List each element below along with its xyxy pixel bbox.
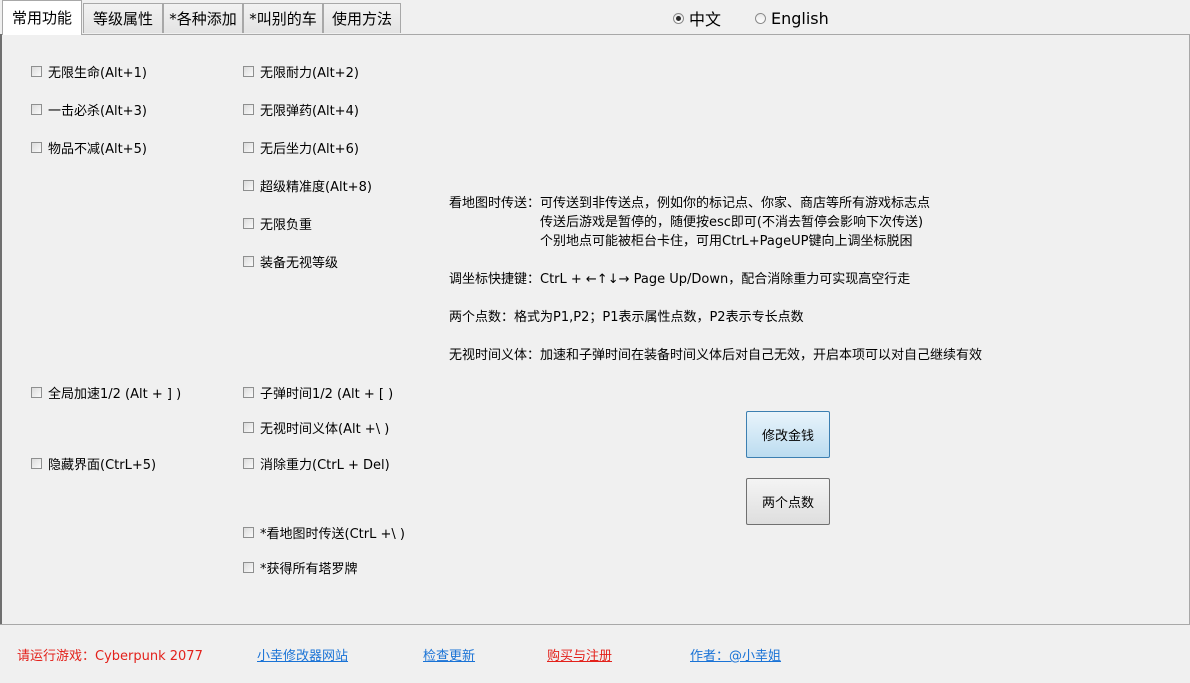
checkbox-bullet-time[interactable]: 子弹时间1/2 (Alt + [ ) [243, 383, 394, 402]
buy-register-link[interactable]: 购买与注册 [547, 645, 612, 664]
checkbox-label: 物品不减(Alt+5) [48, 141, 147, 157]
checkbox-infinite-weight[interactable]: 无限负重 [243, 214, 313, 233]
info-teleport-line1: 可传送到非传送点，例如你的标记点、你家、商店等所有游戏标志点 [540, 196, 931, 211]
website-link[interactable]: 小幸修改器网站 [257, 645, 348, 664]
checkbox-icon[interactable] [31, 386, 42, 398]
info-ignore-cyberware: 无视时间义体：加速和子弹时间在装备时间义体后对自己无效，开启本项可以对自己继续有… [449, 348, 983, 363]
checkbox-label: 装备无视等级 [260, 255, 339, 271]
checkbox-label: 消除重力(CtrL + Del) [260, 457, 390, 473]
checkbox-icon[interactable] [31, 103, 42, 115]
checkbox-icon[interactable] [243, 103, 254, 115]
info-teleport-title: 看地图时传送： [449, 196, 541, 211]
checkbox-map-teleport[interactable]: *看地图时传送(CtrL +\ ) [243, 523, 405, 542]
checkbox-icon[interactable] [243, 457, 254, 469]
checkbox-super-accuracy[interactable]: 超级精准度(Alt+8) [243, 176, 372, 195]
checkbox-label: *看地图时传送(CtrL +\ ) [260, 526, 405, 542]
checkbox-label: 超级精准度(Alt+8) [260, 179, 372, 195]
lang-label-chinese: 中文 [689, 10, 722, 29]
tab-call-vehicles[interactable]: *叫别的车 [243, 3, 323, 33]
info-teleport-line3: 个别地点可能被柜台卡住，可用CtrL+PageUP键向上调坐标脱困 [540, 234, 913, 249]
checkbox-icon[interactable] [243, 386, 254, 398]
checkbox-icon[interactable] [243, 141, 254, 153]
checkbox-label: 子弹时间1/2 (Alt + [ ) [260, 386, 394, 402]
checkbox-ignore-time-cyberware[interactable]: 无视时间义体(Alt +\ ) [243, 418, 390, 437]
checkbox-label: 无视时间义体(Alt +\ ) [260, 421, 390, 437]
checkbox-one-hit-kill[interactable]: 一击必杀(Alt+3) [31, 100, 147, 119]
tab-bar: 常用功能 等级属性 *各种添加 *叫别的车 使用方法 [0, 0, 1190, 35]
checkbox-infinite-health[interactable]: 无限生命(Alt+1) [31, 62, 147, 81]
checkbox-icon[interactable] [243, 526, 254, 538]
checkbox-all-tarot[interactable]: *获得所有塔罗牌 [243, 558, 358, 577]
radio-selected-icon [673, 12, 684, 24]
lang-option-chinese[interactable]: 中文 [673, 8, 722, 29]
footer-bar: 请运行游戏：Cyberpunk 2077 小幸修改器网站 检查更新 购买与注册 … [0, 625, 1190, 683]
checkbox-label: *获得所有塔罗牌 [260, 561, 358, 577]
checkbox-hide-ui[interactable]: 隐藏界面(CtrL+5) [31, 454, 157, 473]
tab-common-functions[interactable]: 常用功能 [2, 0, 82, 35]
info-two-points: 两个点数：格式为P1,P2；P1表示属性点数，P2表示专长点数 [449, 310, 804, 325]
modify-money-button[interactable]: 修改金钱 [746, 411, 830, 458]
checkbox-label: 全局加速1/2 (Alt + ] ) [48, 386, 182, 402]
checkbox-icon[interactable] [243, 217, 254, 229]
panel-left-border [0, 34, 2, 624]
checkbox-label: 无限耐力(Alt+2) [260, 65, 359, 81]
checkbox-no-recoil[interactable]: 无后坐力(Alt+6) [243, 138, 359, 157]
checkbox-icon[interactable] [31, 65, 42, 77]
checkbox-label: 隐藏界面(CtrL+5) [48, 457, 157, 473]
checkbox-label: 无限弹药(Alt+4) [260, 103, 359, 119]
checkbox-global-speed[interactable]: 全局加速1/2 (Alt + ] ) [31, 383, 182, 402]
tab-various-add[interactable]: *各种添加 [163, 3, 243, 33]
checkbox-infinite-ammo[interactable]: 无限弹药(Alt+4) [243, 100, 359, 119]
checkbox-icon[interactable] [243, 421, 254, 433]
check-update-link[interactable]: 检查更新 [423, 645, 475, 664]
checkbox-icon[interactable] [243, 179, 254, 191]
info-coord-hotkeys: 调坐标快捷键：CtrL + ←↑↓→ Page Up/Down，配合消除重力可实… [449, 272, 911, 287]
checkbox-icon[interactable] [31, 141, 42, 153]
checkbox-label: 无限负重 [260, 217, 313, 233]
lang-option-english[interactable]: English [755, 8, 829, 28]
checkbox-ignore-equip-level[interactable]: 装备无视等级 [243, 252, 339, 271]
checkbox-label: 一击必杀(Alt+3) [48, 103, 147, 119]
checkbox-remove-gravity[interactable]: 消除重力(CtrL + Del) [243, 454, 390, 473]
main-panel [0, 34, 1190, 625]
lang-label-english: English [771, 8, 829, 28]
checkbox-icon[interactable] [243, 255, 254, 267]
checkbox-infinite-stamina[interactable]: 无限耐力(Alt+2) [243, 62, 359, 81]
checkbox-icon[interactable] [31, 457, 42, 469]
radio-unselected-icon [755, 12, 766, 24]
author-link[interactable]: 作者：@小幸姐 [690, 645, 781, 664]
checkbox-icon[interactable] [243, 561, 254, 573]
info-teleport-line2: 传送后游戏是暂停的，随便按esc即可(不消去暂停会影响下次传送) [540, 215, 924, 230]
two-points-button[interactable]: 两个点数 [746, 478, 830, 525]
tab-usage[interactable]: 使用方法 [323, 3, 401, 33]
checkbox-items-no-decrease[interactable]: 物品不减(Alt+5) [31, 138, 147, 157]
tab-level-attributes[interactable]: 等级属性 [83, 3, 163, 33]
checkbox-icon[interactable] [243, 65, 254, 77]
checkbox-label: 无后坐力(Alt+6) [260, 141, 359, 157]
game-status-text: 请运行游戏：Cyberpunk 2077 [17, 649, 203, 664]
checkbox-label: 无限生命(Alt+1) [48, 65, 147, 81]
